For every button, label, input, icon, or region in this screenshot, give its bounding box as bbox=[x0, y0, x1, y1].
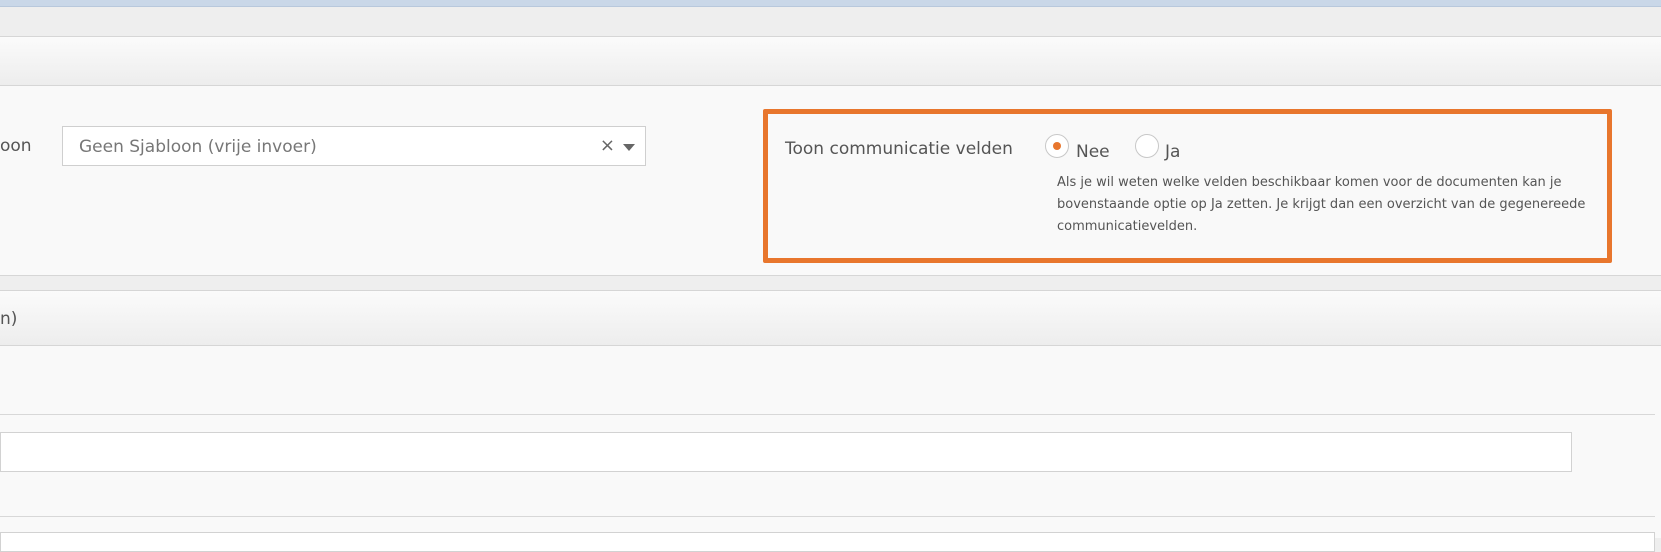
communication-fields-highlight: Toon communicatie velden Nee Ja Als je w… bbox=[763, 109, 1612, 263]
chevron-down-icon[interactable] bbox=[623, 144, 635, 151]
template-label: oon bbox=[0, 136, 32, 156]
divider bbox=[0, 414, 1655, 415]
radio-ja-label[interactable]: Ja bbox=[1165, 142, 1180, 162]
clear-icon[interactable]: × bbox=[600, 135, 615, 156]
bottom-input[interactable] bbox=[0, 532, 1655, 552]
template-settings-panel: oon Geen Sjabloon (vrije invoer) × Toon … bbox=[0, 86, 1661, 276]
text-input[interactable] bbox=[0, 432, 1572, 472]
radio-nee[interactable] bbox=[1045, 134, 1069, 158]
divider bbox=[0, 516, 1655, 517]
radio-ja[interactable] bbox=[1135, 134, 1159, 158]
page-gap bbox=[0, 7, 1661, 36]
browser-top-strip bbox=[0, 0, 1661, 7]
content-panel bbox=[0, 346, 1661, 552]
section-header-second: n) bbox=[0, 290, 1661, 346]
section-header-title: n) bbox=[0, 309, 18, 329]
communication-fields-label: Toon communicatie velden bbox=[785, 139, 1013, 159]
section-header-top bbox=[0, 36, 1661, 86]
template-select-value: Geen Sjabloon (vrije invoer) bbox=[79, 137, 317, 157]
template-select[interactable]: Geen Sjabloon (vrije invoer) × bbox=[62, 126, 646, 166]
radio-selected-dot-icon bbox=[1053, 142, 1061, 150]
radio-nee-label[interactable]: Nee bbox=[1076, 142, 1110, 162]
communication-fields-help-text: Als je wil weten welke velden beschikbaa… bbox=[1057, 175, 1586, 234]
